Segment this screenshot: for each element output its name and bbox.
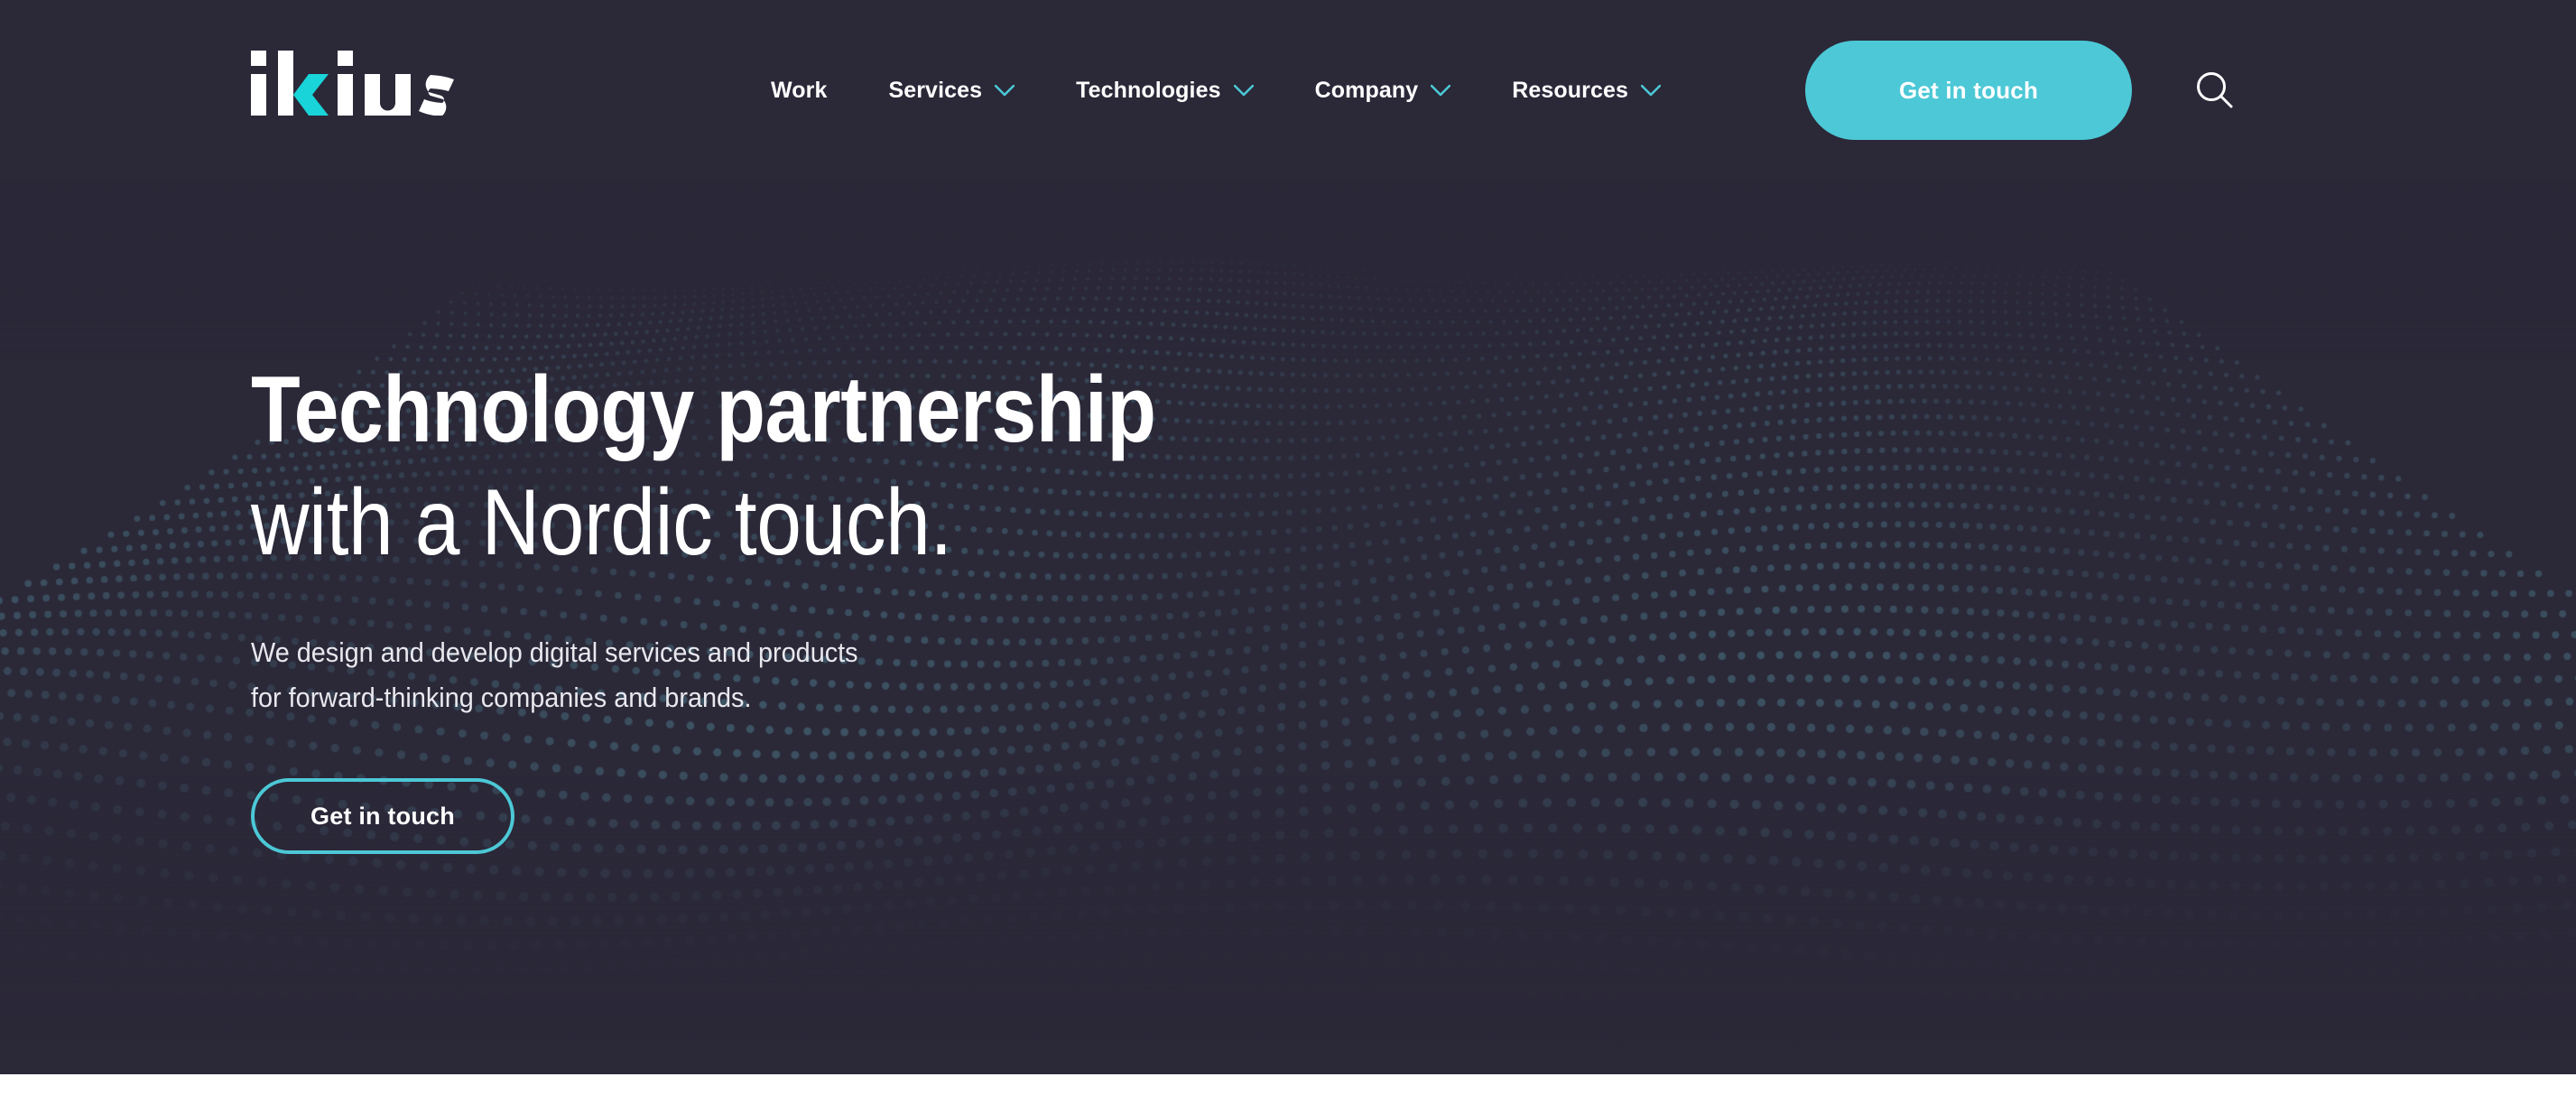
site-header: Work Services Technologies Company Resou… xyxy=(0,0,2576,181)
chevron-down-icon xyxy=(995,84,1015,97)
hero-section: Technology partnership with a Nordic tou… xyxy=(0,181,2576,1074)
hero-title: Technology partnership with a Nordic tou… xyxy=(251,181,1695,580)
chevron-down-icon xyxy=(1431,84,1451,97)
hero-title-line-1: Technology partnership xyxy=(251,357,1156,462)
page-root: Work Services Technologies Company Resou… xyxy=(0,0,2576,1114)
nav-label: Company xyxy=(1314,77,1419,103)
nav-label: Work xyxy=(771,77,828,103)
nav-label: Services xyxy=(888,77,983,103)
search-icon xyxy=(2194,70,2236,111)
next-section-placeholder xyxy=(0,1074,2576,1114)
hero-title-line-2: with a Nordic touch. xyxy=(251,469,952,575)
hero-subtitle-line-1: We design and develop digital services a… xyxy=(251,636,858,668)
chevron-down-icon xyxy=(1233,84,1254,97)
nav-item-work[interactable]: Work xyxy=(740,0,857,181)
nav-label: Technologies xyxy=(1076,77,1221,103)
hero-content: Technology partnership with a Nordic tou… xyxy=(251,181,1695,855)
nav-item-services[interactable]: Services xyxy=(857,0,1045,181)
hero-subtitle-line-2: for forward-thinking companies and brand… xyxy=(251,681,752,713)
nav-item-technologies[interactable]: Technologies xyxy=(1045,0,1283,181)
header-get-in-touch-button[interactable]: Get in touch xyxy=(1805,41,2132,140)
main-navigation: Work Services Technologies Company Resou… xyxy=(740,0,1691,181)
header-inner: Work Services Technologies Company Resou… xyxy=(0,0,2576,181)
search-button[interactable] xyxy=(2186,61,2244,119)
hero-subtitle: We design and develop digital services a… xyxy=(251,580,1594,720)
logo-wordmark-icon xyxy=(251,51,454,116)
nav-label: Resources xyxy=(1512,77,1628,103)
nav-item-resources[interactable]: Resources xyxy=(1481,0,1691,181)
nav-item-company[interactable]: Company xyxy=(1284,0,1482,181)
ikius-logo[interactable] xyxy=(251,47,454,119)
chevron-down-icon xyxy=(1640,84,1661,97)
hero-get-in-touch-button[interactable]: Get in touch xyxy=(251,778,514,855)
